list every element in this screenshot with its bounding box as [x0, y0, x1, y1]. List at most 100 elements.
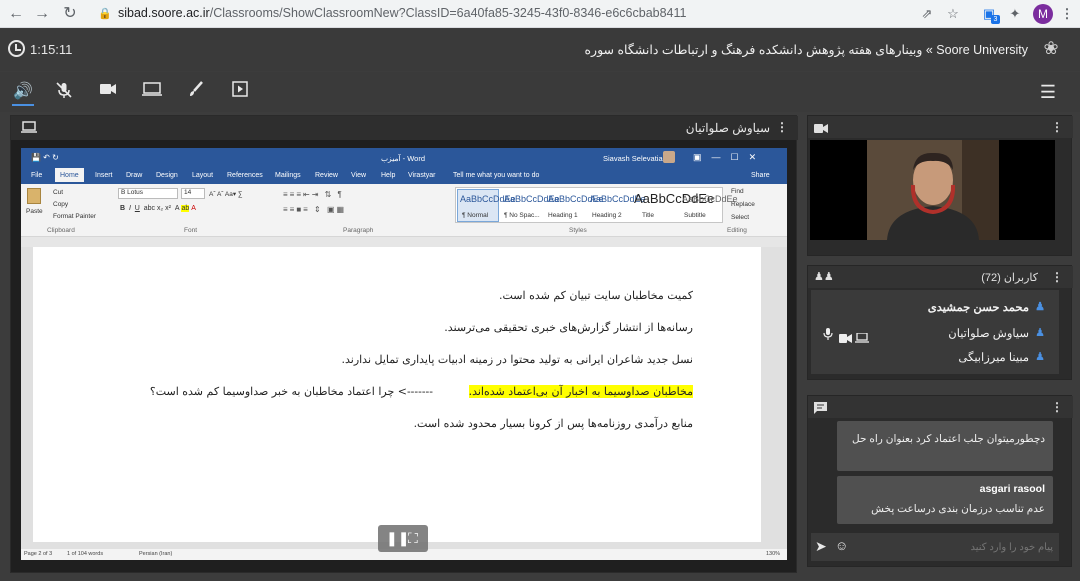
word-count: 1 of 104 words	[67, 551, 104, 557]
back-arrow-icon[interactable]: ←	[6, 4, 26, 24]
speaker-icon[interactable]: 🔊	[12, 81, 34, 103]
university-logo-icon: ❀	[1043, 38, 1059, 58]
url-path: /Classrooms/ShowClassroomNew?ClassID=6a4…	[209, 6, 687, 20]
extension-badge: 3	[991, 15, 1000, 24]
extensions-puzzle-icon[interactable]: ✦	[1006, 5, 1024, 23]
user-icon: ♟	[1035, 351, 1045, 363]
presenter-name: سیاوش صلواتیان	[685, 121, 770, 135]
copy-label: Copy	[53, 201, 69, 208]
screen-share-icon[interactable]	[141, 81, 163, 103]
font-grow-shrink-icon: Aˆ Aˇ Aa▾ ∑	[209, 191, 243, 198]
breadcrumb[interactable]: Soore University » وبینارهای هفته پژوهش …	[585, 42, 1029, 57]
reload-icon[interactable]: ↻	[60, 4, 80, 24]
word-ruler	[21, 237, 787, 247]
emoji-icon[interactable]: ☺	[835, 538, 848, 553]
user-name: مبینا میرزابیگی	[958, 352, 1029, 364]
doc-line: نسل جدید شاعران ایرانی به تولید محتوا در…	[341, 353, 693, 366]
chat-panel: ⋮ دچطورمیتوان جلب اعتماد کرد بعنوان راه …	[807, 395, 1073, 567]
pause-icon[interactable]: ❚❚	[386, 530, 409, 547]
word-tab: File	[31, 172, 43, 179]
camera-icon[interactable]	[97, 81, 119, 103]
zoom-level: 130%	[766, 551, 781, 557]
bookmark-star-icon[interactable]: ☆	[944, 5, 962, 23]
profile-avatar[interactable]: M	[1033, 4, 1053, 24]
font-size-box: 14	[181, 188, 205, 199]
elapsed-timer: 1:15:11	[30, 42, 73, 57]
shared-word-window: 💾 ↶ ↻ آمیزب - Word Siavash Selevatian ▣ …	[21, 148, 787, 560]
app-header: 1:15:11 Soore University » وبینارهای هفت…	[0, 29, 1080, 71]
word-tab: View	[351, 172, 367, 179]
chat-input-bar: ➤ ☺	[811, 533, 1059, 561]
style-name: ¶ No Spac...	[504, 212, 540, 219]
share-icon[interactable]: ⇗	[918, 5, 936, 23]
word-ribbon: Paste Cut Copy Format Painter Clipboard …	[21, 184, 787, 237]
microphone-muted-icon[interactable]	[53, 81, 75, 103]
kebab-menu-icon[interactable]: ⋮	[1051, 400, 1063, 414]
user-icon: ♟	[1035, 327, 1045, 339]
word-tab-active: Home	[55, 168, 84, 182]
format-painter-label: Format Painter	[53, 213, 96, 220]
chrome-menu-icon[interactable]: ⋮	[1058, 5, 1076, 23]
user-screen-icon	[855, 330, 869, 348]
playback-controls: ❚❚ ⛶	[378, 525, 428, 552]
style-name: Heading 2	[592, 212, 622, 219]
play-media-icon[interactable]	[229, 81, 251, 103]
word-tab: Design	[156, 172, 178, 179]
doc-line: منابع درآمدی روزنامه‌ها پس از کرونا بسیا…	[413, 417, 693, 430]
word-tab: Virastyar	[408, 172, 436, 179]
kebab-menu-icon[interactable]: ⋮	[776, 120, 788, 134]
word-document-area: کمیت مخاطبان سایت تبیان کم شده است. رسان…	[21, 247, 787, 549]
paste-icon	[27, 188, 41, 204]
word-page: کمیت مخاطبان سایت تبیان کم شده است. رسان…	[33, 247, 761, 542]
chat-message-text: عدم تناسب درزمان بندی درساعت پخش	[871, 503, 1045, 515]
kebab-menu-icon[interactable]: ⋮	[1051, 270, 1063, 284]
chat-message-input[interactable]	[857, 536, 1053, 558]
word-ribbon-tabs: File Home Insert Draw Design Layout Refe…	[21, 168, 787, 184]
hamburger-menu-icon[interactable]: ☰	[1037, 81, 1059, 103]
styles-gallery: AaBbCcDdEe ¶ Normal AaBbCcDdEe ¶ No Spac…	[455, 187, 738, 223]
word-tab: Review	[315, 172, 338, 179]
user-item[interactable]: ♟ محمد حسن جمشیدی	[928, 300, 1045, 314]
kebab-menu-icon[interactable]: ⋮	[1051, 120, 1063, 134]
screen-icon	[21, 120, 37, 139]
cut-label: Cut	[53, 189, 64, 196]
url-text[interactable]: sibad.soore.ac.ir/Classrooms/ShowClassro…	[118, 6, 687, 20]
doc-line: کمیت مخاطبان سایت تبیان کم شده است.	[499, 289, 693, 302]
styles-group-label: Styles	[569, 227, 587, 234]
word-window-controls: ▣ — ☐ ✕	[693, 152, 757, 162]
clock-icon	[8, 40, 25, 57]
webcam-feed	[867, 140, 999, 240]
doc-line-arrow: -------> چرا اعتماد مخاطبان به خبر صداوس…	[149, 385, 433, 398]
lock-icon[interactable]: 🔒	[96, 5, 114, 23]
word-user-avatar	[663, 151, 675, 163]
panel-header: سیاوش صلواتیان ⋮	[11, 116, 798, 140]
chat-message: دچطورمیتوان جلب اعتماد کرد بعنوان راه حل	[837, 421, 1053, 471]
style-name: ¶ Normal	[462, 212, 489, 219]
find-label: Find	[731, 188, 744, 195]
word-tab: Draw	[126, 172, 143, 179]
font-format-icons: B I U abc x₂ x² A ab A	[120, 205, 196, 212]
users-list: ♟ محمد حسن جمشیدی ♟ سیاوش صلواتیان ♟ مبی…	[811, 290, 1059, 374]
editing-group-label: Editing	[727, 227, 747, 234]
language: Persian (Iran)	[139, 551, 173, 557]
send-icon[interactable]: ➤	[815, 538, 827, 555]
font-name-box: B Lotus	[118, 188, 178, 199]
doc-line: رسانه‌ها از انتشار گزارش‌های خبری تحقیقی…	[444, 321, 693, 334]
fullscreen-icon[interactable]: ⛶	[408, 530, 418, 547]
user-item[interactable]: ♟ سیاوش صلواتیان	[948, 326, 1045, 340]
style-name: Title	[642, 212, 655, 219]
style-name: Heading 1	[548, 212, 578, 219]
word-tell-me: Tell me what you want to do	[453, 172, 540, 179]
style-preview: AaBbCcDdEe	[682, 194, 738, 204]
brush-icon[interactable]	[185, 81, 207, 103]
doc-line-highlighted: مخاطبان صداوسیما به اخبار آن بی‌اعتماد ش…	[468, 385, 693, 398]
user-mic-icon	[823, 328, 833, 343]
word-tab: Help	[381, 172, 396, 179]
webcam-video	[810, 140, 1055, 240]
font-group-label: Font	[184, 227, 198, 234]
user-item[interactable]: ♟ مبینا میرزابیگی	[958, 350, 1045, 364]
users-panel-header: ♟♟ کاربران (72) ⋮	[808, 266, 1073, 288]
chat-message: asgari rasool عدم تناسب درزمان بندی درسا…	[837, 476, 1053, 524]
forward-arrow-icon[interactable]: →	[32, 4, 52, 24]
chat-message-text: دچطورمیتوان جلب اعتماد کرد بعنوان راه حل	[852, 433, 1045, 445]
